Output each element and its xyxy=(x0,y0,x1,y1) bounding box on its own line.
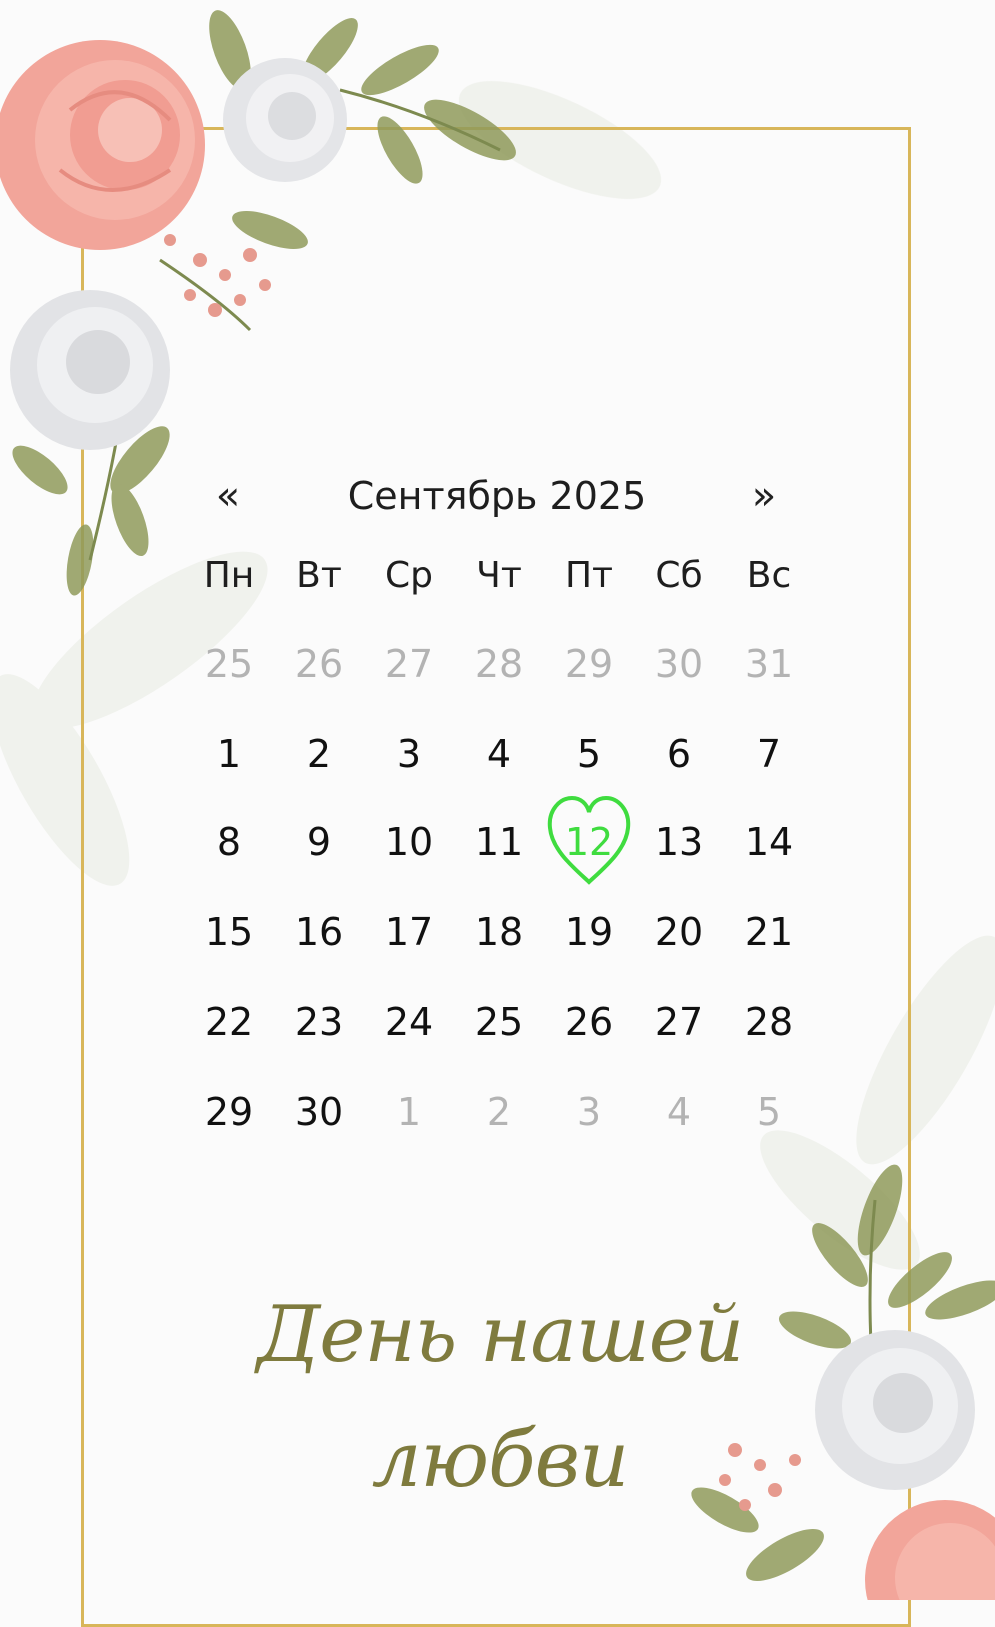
calendar-week-row: 15 16 17 18 19 20 21 xyxy=(184,902,814,962)
calendar-week-row: 25 26 27 28 29 30 31 xyxy=(184,634,814,694)
day-cell[interactable]: 3 xyxy=(544,1082,634,1142)
prev-month-button[interactable]: « xyxy=(198,468,258,524)
day-cell[interactable]: 26 xyxy=(274,634,364,694)
day-cell[interactable]: 24 xyxy=(364,992,454,1052)
day-cell[interactable]: 7 xyxy=(724,724,814,784)
day-cell[interactable]: 13 xyxy=(634,812,724,872)
day-number: 12 xyxy=(564,820,614,864)
day-cell[interactable]: 27 xyxy=(364,634,454,694)
weekday-mon: Пн xyxy=(203,555,255,596)
day-cell[interactable]: 28 xyxy=(724,992,814,1052)
day-cell[interactable]: 22 xyxy=(184,992,274,1052)
day-cell[interactable]: 30 xyxy=(274,1082,364,1142)
weekday-fri: Пт xyxy=(564,555,614,596)
weekday-thu: Чт xyxy=(476,555,522,596)
day-cell[interactable]: 29 xyxy=(544,634,634,694)
calendar-week-row: 1234567 xyxy=(184,724,814,784)
day-cell[interactable]: 30 xyxy=(634,634,724,694)
day-cell[interactable]: 18 xyxy=(454,902,544,962)
day-cell[interactable]: 17 xyxy=(364,902,454,962)
day-cell[interactable]: 19 xyxy=(544,902,634,962)
day-cell[interactable]: 15 xyxy=(184,902,274,962)
day-cell[interactable]: 31 xyxy=(724,634,814,694)
calendar-week-row: 22 23 24 25 26 27 28 xyxy=(184,992,814,1052)
calendar-week-row: 8 9 10 11 12 13 14 xyxy=(184,795,814,885)
day-cell-selected[interactable]: 12 xyxy=(544,795,634,885)
day-cell[interactable]: 9 xyxy=(274,812,364,872)
rose-bouquet-top-left xyxy=(0,10,516,596)
month-title: Сентябрь 2025 xyxy=(347,474,647,518)
day-cell[interactable]: 6 xyxy=(634,724,724,784)
day-cell[interactable]: 1 xyxy=(184,724,274,784)
day-cell[interactable]: 28 xyxy=(454,634,544,694)
day-cell[interactable]: 5 xyxy=(724,1082,814,1142)
day-cell[interactable]: 23 xyxy=(274,992,364,1052)
next-month-button[interactable]: » xyxy=(734,468,794,524)
day-cell[interactable]: 21 xyxy=(724,902,814,962)
day-cell[interactable]: 4 xyxy=(634,1082,724,1142)
weekday-sat: Сб xyxy=(655,555,703,596)
weekday-sun: Вс xyxy=(746,555,792,596)
weekday-wed: Ср xyxy=(385,555,433,596)
tagline-line-1: День нашей xyxy=(256,1290,744,1380)
day-cell[interactable]: 16 xyxy=(274,902,364,962)
day-cell[interactable]: 25 xyxy=(454,992,544,1052)
day-cell[interactable]: 20 xyxy=(634,902,724,962)
day-cell[interactable]: 27 xyxy=(634,992,724,1052)
day-cell[interactable]: 14 xyxy=(724,812,814,872)
tagline-line-2: любви xyxy=(371,1415,630,1505)
day-cell[interactable]: 1 xyxy=(364,1082,454,1142)
calendar-week-row: 29 30 1 2 3 4 5 xyxy=(184,1082,814,1142)
day-cell[interactable]: 2 xyxy=(454,1082,544,1142)
day-cell[interactable]: 4 xyxy=(454,724,544,784)
day-cell[interactable]: 11 xyxy=(454,812,544,872)
day-cell[interactable]: 29 xyxy=(184,1082,274,1142)
day-cell[interactable]: 5 xyxy=(544,724,634,784)
day-cell[interactable]: 3 xyxy=(364,724,454,784)
day-cell[interactable]: 8 xyxy=(184,812,274,872)
day-cell[interactable]: 25 xyxy=(184,634,274,694)
weekday-header-row: Пн Вт Ср Чт Пт Сб Вс xyxy=(184,546,814,606)
day-cell[interactable]: 10 xyxy=(364,812,454,872)
wallpaper: « Сентябрь 2025 » Пн Вт Ср Чт Пт Сб Вс 2… xyxy=(0,0,995,1627)
day-cell[interactable]: 26 xyxy=(544,992,634,1052)
weekday-tue: Вт xyxy=(296,555,342,596)
day-cell[interactable]: 2 xyxy=(274,724,364,784)
